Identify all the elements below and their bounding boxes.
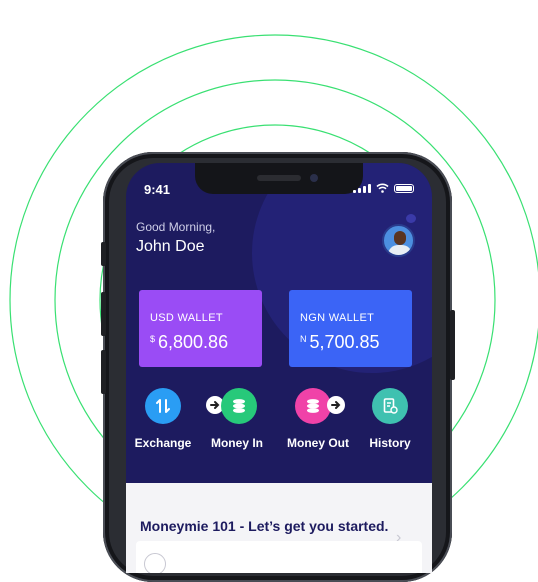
wifi-icon	[376, 183, 389, 193]
phone-volume-up	[101, 292, 106, 336]
wallet-balance: N 5,700.85	[300, 332, 380, 353]
coins-in-icon	[233, 399, 245, 413]
speaker	[257, 175, 301, 181]
onboarding-card[interactable]	[136, 541, 422, 573]
chevron-right-icon[interactable]: ›	[396, 529, 401, 547]
step-circle-icon	[144, 553, 166, 573]
history-label: History	[369, 436, 411, 450]
history-receipt-icon	[383, 398, 398, 414]
app-screen: 9:41 Good Morning, John Doe USD WALLET $…	[126, 163, 432, 573]
arrow-out-badge	[327, 396, 345, 414]
user-name: John Doe	[136, 238, 205, 255]
avatar[interactable]	[382, 224, 415, 257]
wallet-label: USD WALLET	[150, 312, 223, 324]
wallet-label: NGN WALLET	[300, 312, 375, 324]
exchange-label: Exchange	[134, 436, 192, 450]
phone-power-button	[450, 310, 455, 380]
onboarding-sheet: Moneymie 101 - Let’s get you started. ›	[126, 483, 432, 573]
notch	[195, 163, 363, 194]
arrow-right-icon	[210, 401, 220, 409]
exchange-icon	[156, 399, 170, 413]
status-time: 9:41	[144, 182, 171, 197]
wallet-balance: $6,800.86	[150, 332, 228, 353]
money-out-label: Money Out	[287, 436, 349, 450]
money-out-button[interactable]	[295, 388, 331, 424]
money-in-button[interactable]	[221, 388, 257, 424]
currency-symbol: N	[300, 334, 307, 344]
camera	[310, 174, 318, 182]
money-in-label: Money In	[210, 436, 263, 450]
coins-out-icon	[307, 399, 319, 413]
usd-wallet-card[interactable]: USD WALLET $6,800.86	[139, 290, 262, 367]
wallet-amount: 6,800.86	[158, 332, 229, 352]
wallet-amount: 5,700.85	[309, 332, 380, 352]
notification-dot	[406, 214, 416, 223]
phone-mute-switch	[101, 242, 106, 266]
arrow-right-icon	[331, 401, 341, 409]
history-button[interactable]	[372, 388, 408, 424]
ngn-wallet-card[interactable]: NGN WALLET N 5,700.85	[289, 290, 412, 367]
signal-icon	[353, 184, 371, 193]
phone-volume-down	[101, 350, 106, 394]
currency-symbol: $	[150, 334, 156, 344]
exchange-button[interactable]	[145, 388, 181, 424]
battery-icon	[394, 184, 414, 193]
greeting-text: Good Morning,	[136, 220, 216, 234]
sheet-title: Moneymie 101 - Let’s get you started.	[140, 518, 389, 534]
status-icons	[353, 183, 414, 193]
